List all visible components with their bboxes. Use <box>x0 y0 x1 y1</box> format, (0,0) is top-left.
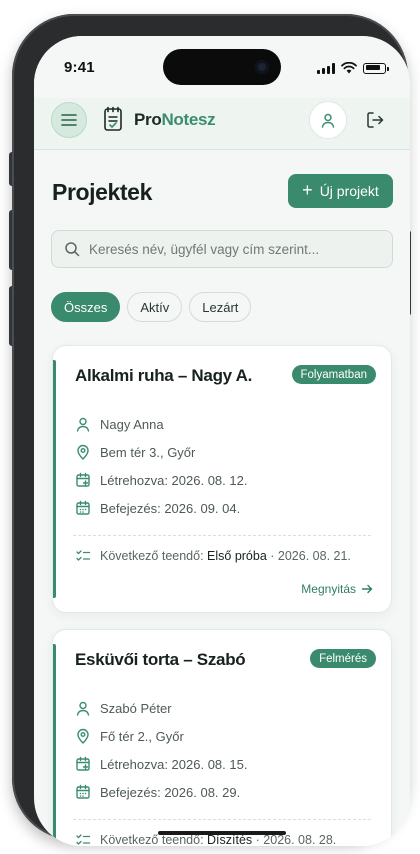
app-header: ProNotesz <box>34 98 410 150</box>
new-project-label: Új projekt <box>319 183 379 199</box>
address-text: Fő tér 2., Győr <box>100 728 184 744</box>
new-project-button[interactable]: + Új projekt <box>288 174 393 208</box>
wifi-icon <box>341 62 357 74</box>
client-name: Nagy Anna <box>100 416 164 432</box>
deadline-row: Befejezés: 2026. 08. 29. <box>75 784 240 800</box>
project-title: Alkalmi ruha – Nagy A. <box>75 366 252 385</box>
menu-icon <box>61 114 77 126</box>
project-card[interactable]: Esküvői torta – Szabó Felmérés Szabó Pét… <box>52 629 392 846</box>
status-badge: Felmérés <box>310 649 376 668</box>
user-icon <box>76 417 90 432</box>
status-badge: Folyamatban <box>291 365 376 384</box>
address-text: Bem tér 3., Győr <box>100 444 196 460</box>
search-icon <box>65 242 80 257</box>
user-icon <box>76 701 90 716</box>
address-row: Fő tér 2., Győr <box>75 728 184 744</box>
deadline-row: Befejezés: 2026. 09. 04. <box>75 500 240 516</box>
page-title: Projektek <box>52 179 152 205</box>
client-row: Szabó Péter <box>75 700 172 716</box>
status-icons <box>317 62 389 74</box>
dynamic-island <box>163 49 281 85</box>
client-name: Szabó Péter <box>100 700 172 716</box>
pin-icon <box>77 728 89 744</box>
deadline-text: Befejezés: 2026. 08. 29. <box>100 784 241 800</box>
plus-icon: + <box>302 180 313 200</box>
filter-active[interactable]: Aktív <box>127 292 183 322</box>
search-box <box>51 230 393 268</box>
home-indicator[interactable] <box>158 831 286 835</box>
camera-icon <box>255 60 269 74</box>
pin-icon <box>77 444 89 460</box>
open-project-link[interactable]: Megnyitás <box>301 582 373 596</box>
filter-chips: Összes Aktív Lezárt <box>51 292 252 322</box>
created-row: Létrehozva: 2026. 08. 12. <box>75 472 247 488</box>
card-accent <box>53 644 56 846</box>
profile-button[interactable] <box>309 101 347 139</box>
open-link-label: Megnyitás <box>301 582 356 596</box>
project-card[interactable]: Alkalmi ruha – Nagy A. Folyamatban Nagy … <box>52 345 392 613</box>
created-row: Létrehozva: 2026. 08. 15. <box>75 756 247 772</box>
brand-notesz: Notesz <box>161 110 216 129</box>
menu-button[interactable] <box>51 102 87 138</box>
next-task-label: Következő teendő: <box>100 549 204 563</box>
next-task-name: Első próba <box>207 549 267 563</box>
project-title: Esküvői torta – Szabó <box>75 650 246 669</box>
card-accent <box>53 360 56 598</box>
status-time: 9:41 <box>64 59 95 76</box>
arrow-right-icon <box>361 584 373 594</box>
card-divider <box>73 819 371 820</box>
client-row: Nagy Anna <box>75 416 164 432</box>
phone-frame: 9:41 ProNotesz Projektek + Új projekt Ke… <box>12 14 410 846</box>
next-task-text: Következő teendő: Első próba · 2026. 08.… <box>100 549 351 563</box>
cellular-signal-icon <box>317 62 335 74</box>
created-text: Létrehozva: 2026. 08. 15. <box>100 756 248 772</box>
status-bar: 9:41 <box>34 36 410 98</box>
checklist-icon <box>76 834 91 845</box>
next-task-row: Következő teendő: Első próba · 2026. 08.… <box>75 548 351 564</box>
app-screen: 9:41 ProNotesz Projektek + Új projekt Ke… <box>34 36 410 846</box>
filter-all[interactable]: Összes <box>51 292 121 322</box>
calendar-icon <box>76 784 90 799</box>
brand-pro: Pro <box>134 110 162 129</box>
checklist-icon <box>76 550 91 561</box>
calendar-icon <box>76 500 90 515</box>
logout-icon[interactable] <box>365 110 385 130</box>
battery-icon <box>363 62 389 74</box>
calendar-plus-icon <box>76 756 90 771</box>
deadline-text: Befejezés: 2026. 09. 04. <box>100 500 241 516</box>
next-task-date: · 2026. 08. 21. <box>266 549 351 563</box>
filter-closed[interactable]: Lezárt <box>189 292 252 322</box>
calendar-plus-icon <box>76 472 90 487</box>
user-icon <box>321 113 335 128</box>
search-input[interactable] <box>89 241 379 257</box>
brand-name: ProNotesz <box>134 110 216 130</box>
notebook-icon <box>104 106 122 131</box>
address-row: Bem tér 3., Győr <box>75 444 195 460</box>
card-divider <box>73 535 371 536</box>
created-text: Létrehozva: 2026. 08. 12. <box>100 472 248 488</box>
